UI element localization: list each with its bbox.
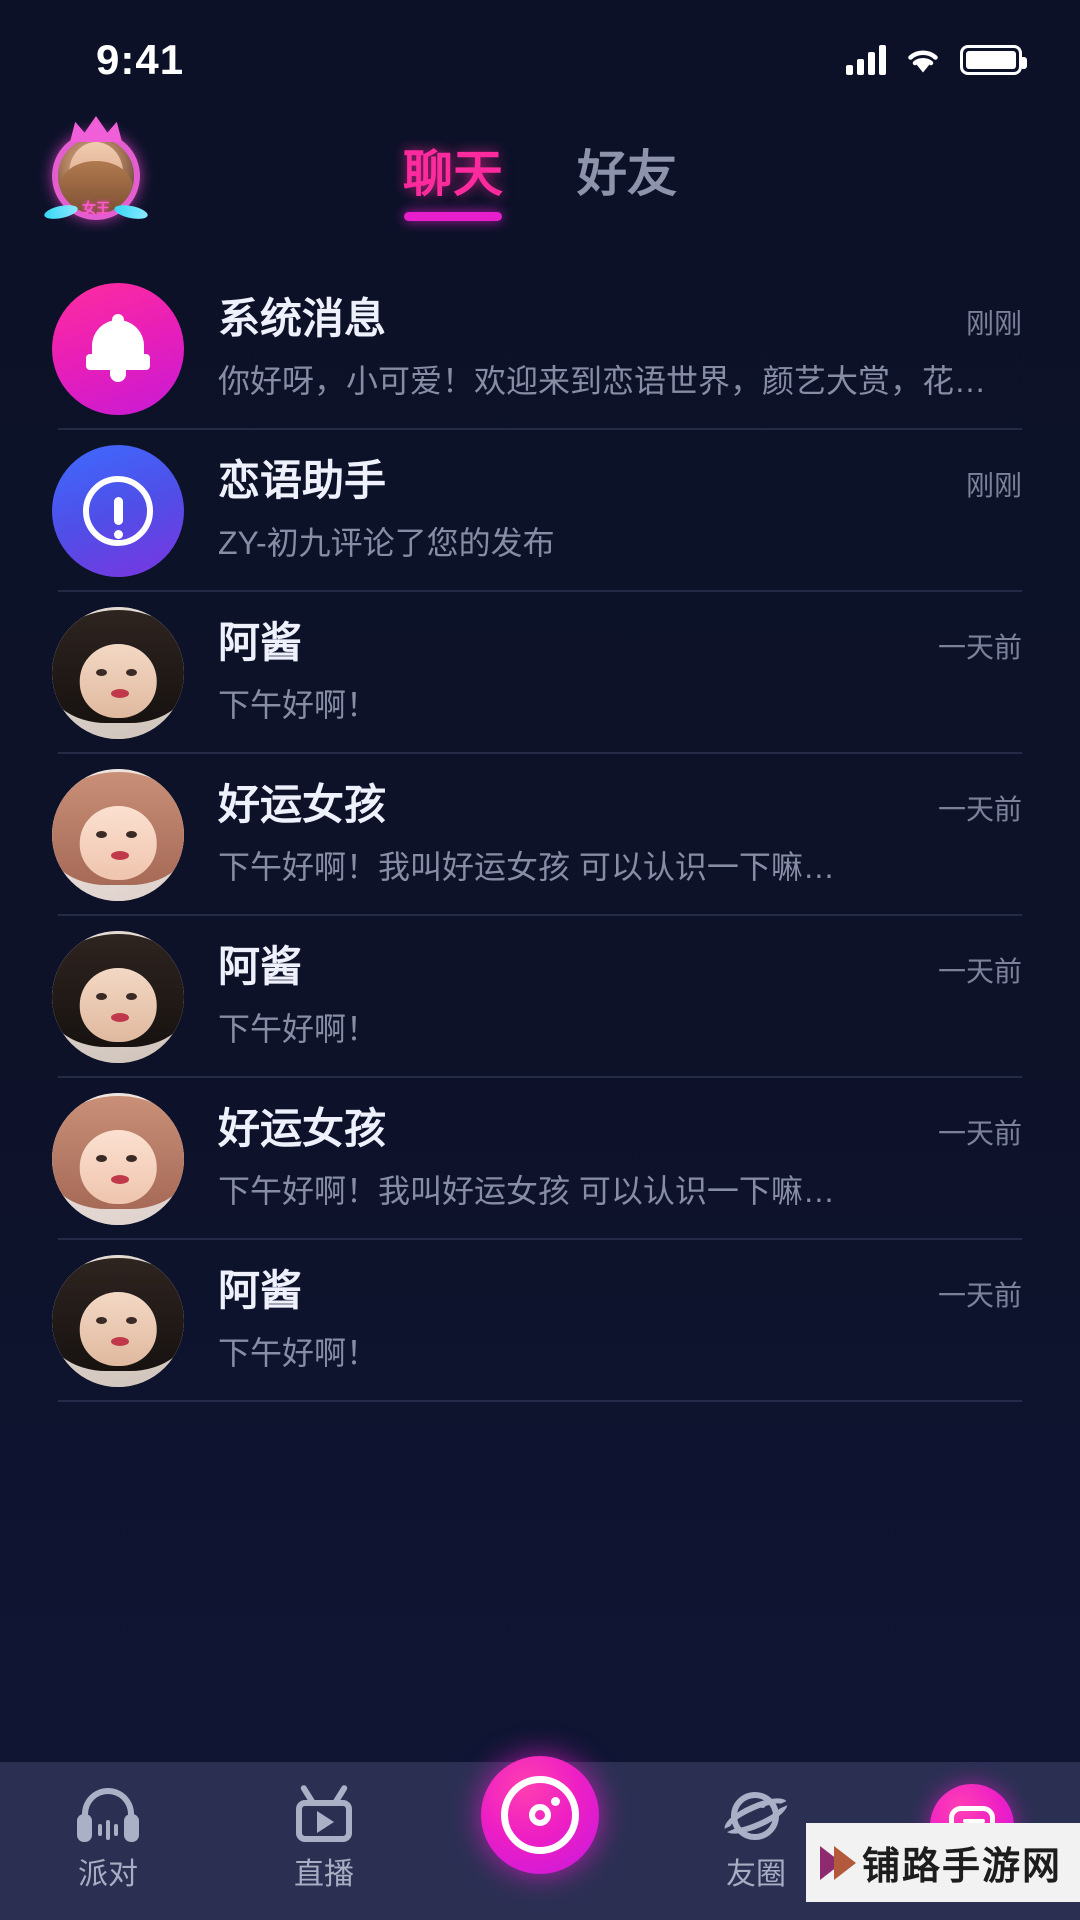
status-bar: 9:41 <box>0 0 1080 120</box>
chat-name: 阿酱 <box>218 1266 303 1314</box>
tab-friends[interactable]: 好友 <box>577 149 677 221</box>
avatar <box>52 1255 184 1387</box>
chat-preview: 下午好啊！ <box>218 687 379 724</box>
chat-time: 一天前 <box>937 631 1022 663</box>
nav-item-party-label: 派对 <box>78 1858 138 1891</box>
chat-time: 刚刚 <box>965 469 1022 501</box>
chat-name: 好运女孩 <box>218 1104 387 1152</box>
top-tabs: 聊天 好友 <box>403 149 677 221</box>
nav-item-moments-label: 友圈 <box>726 1858 786 1891</box>
bell-icon <box>86 314 150 384</box>
nav-item-live-label: 直播 <box>294 1858 354 1891</box>
list-item[interactable]: 系统消息 刚刚 你好呀，小可爱！欢迎来到恋语世界，颜艺大赏，花式整蛊… <box>0 268 1080 430</box>
avatar <box>52 445 184 577</box>
list-item[interactable]: 好运女孩 一天前 下午好啊！我叫好运女孩 可以认识一下嘛… <box>0 754 1080 916</box>
list-item-body: 系统消息 刚刚 你好呀，小可爱！欢迎来到恋语世界，颜艺大赏，花式整蛊… <box>184 294 1022 402</box>
chat-time: 一天前 <box>937 793 1022 825</box>
list-item-body: 恋语助手 刚刚 ZY-初九评论了您的发布 <box>184 456 1022 564</box>
list-item[interactable]: 阿酱 一天前 下午好啊！ <box>0 916 1080 1078</box>
list-item-body: 好运女孩 一天前 下午好啊！我叫好运女孩 可以认识一下嘛… <box>184 780 1022 888</box>
app-screen: 9:41 女王 聊天 好友 系统消息 刚刚 你好呀，小可爱！欢迎来到恋语世界，颜… <box>0 0 1080 1920</box>
exclamation-icon <box>83 476 153 546</box>
chat-preview: 你好呀，小可爱！欢迎来到恋语世界，颜艺大赏，花式整蛊… <box>218 363 1008 400</box>
headphones-icon <box>75 1784 141 1846</box>
tv-icon <box>291 1784 357 1846</box>
chat-time: 一天前 <box>937 1279 1022 1311</box>
chat-name: 阿酱 <box>218 942 303 990</box>
nav-item-live[interactable]: 直播 <box>216 1784 432 1890</box>
record-camera-icon[interactable] <box>481 1756 599 1874</box>
chat-name: 恋语助手 <box>218 456 387 504</box>
chat-preview: ZY-初九评论了您的发布 <box>218 525 555 562</box>
chat-list: 系统消息 刚刚 你好呀，小可爱！欢迎来到恋语世界，颜艺大赏，花式整蛊… 恋语助手… <box>0 250 1080 1402</box>
avatar[interactable]: 女王 <box>43 116 149 222</box>
bottom-navigation: 派对 直播 友圈 铺路手游网 <box>0 1756 1080 1920</box>
list-item[interactable]: 阿酱 一天前 下午好啊！ <box>0 592 1080 754</box>
app-header: 女王 聊天 好友 <box>0 116 1080 250</box>
signal-bars-icon <box>846 45 886 75</box>
list-item-body: 阿酱 一天前 下午好啊！ <box>184 618 1022 726</box>
avatar <box>52 607 184 739</box>
chat-time: 一天前 <box>937 1117 1022 1149</box>
chat-preview: 下午好啊！我叫好运女孩 可以认识一下嘛… <box>218 1173 835 1210</box>
chat-preview: 下午好啊！我叫好运女孩 可以认识一下嘛… <box>218 849 835 886</box>
planet-icon <box>723 1784 789 1846</box>
avatar <box>52 769 184 901</box>
chat-preview: 下午好啊！ <box>218 1011 379 1048</box>
chat-time: 刚刚 <box>965 307 1022 339</box>
avatar-badge-label: 女王 <box>82 200 110 216</box>
tab-chat[interactable]: 聊天 <box>403 149 503 221</box>
list-item-body: 好运女孩 一天前 下午好啊！我叫好运女孩 可以认识一下嘛… <box>184 1104 1022 1212</box>
nav-item-party[interactable]: 派对 <box>0 1784 216 1890</box>
nav-item-record[interactable] <box>432 1756 648 1888</box>
tab-chat-label: 聊天 <box>403 146 503 202</box>
wifi-icon <box>904 45 942 75</box>
chat-time: 一天前 <box>937 955 1022 987</box>
status-indicators <box>846 45 1027 75</box>
double-chevron-icon <box>819 1845 856 1880</box>
tab-friends-label: 好友 <box>577 146 677 202</box>
list-item[interactable]: 阿酱 一天前 下午好啊！ <box>0 1240 1080 1402</box>
status-time: 9:41 <box>96 36 185 83</box>
avatar <box>52 1093 184 1225</box>
list-item[interactable]: 恋语助手 刚刚 ZY-初九评论了您的发布 <box>0 430 1080 592</box>
tab-active-indicator <box>404 212 502 221</box>
divider <box>58 1400 1022 1402</box>
site-watermark: 铺路手游网 <box>805 1823 1080 1902</box>
chat-preview: 下午好啊！ <box>218 1335 379 1372</box>
chat-name: 好运女孩 <box>218 780 387 828</box>
crown-icon <box>70 116 122 142</box>
battery-icon <box>960 45 1027 75</box>
list-item-body: 阿酱 一天前 下午好啊！ <box>184 942 1022 1050</box>
avatar <box>52 931 184 1063</box>
chat-name: 系统消息 <box>218 294 387 342</box>
list-item-body: 阿酱 一天前 下午好啊！ <box>184 1266 1022 1374</box>
chat-name: 阿酱 <box>218 618 303 666</box>
avatar <box>52 283 184 415</box>
list-item[interactable]: 好运女孩 一天前 下午好啊！我叫好运女孩 可以认识一下嘛… <box>0 1078 1080 1240</box>
watermark-label: 铺路手游网 <box>861 1846 1062 1888</box>
